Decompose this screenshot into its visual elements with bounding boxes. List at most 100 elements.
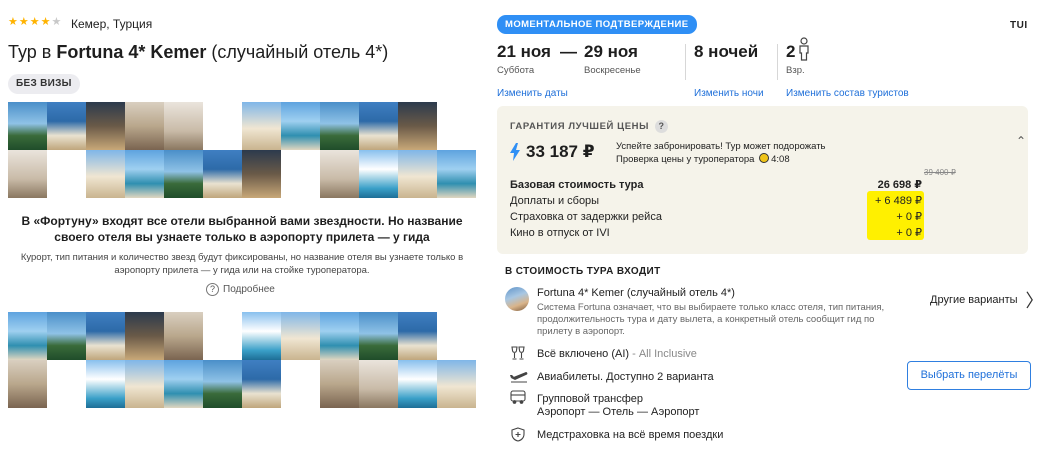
timer-icon [759,153,770,163]
chevron-up-icon[interactable]: ⌃ [1016,134,1026,148]
date-to-weekday: Воскресенье [584,65,641,76]
old-price: 39 400 ₽ [924,168,956,177]
hotel-photo-tile [203,102,242,150]
hotel-photo-tile [359,360,398,408]
hotel-photo-tile [86,312,125,360]
meal-type: Всё включено (AI) - All Inclusive [537,347,697,361]
price-row-base: Базовая стоимость тура 26 698 ₽ [510,177,922,193]
change-tourists-link[interactable]: Изменить состав туристов [786,88,909,99]
hotel-photo-tile [203,312,242,360]
transfer-route: Аэропорт — Отель — Аэропорт [537,406,700,418]
guarantee-label: ГАРАНТИЯ ЛУЧШЕЙ ЦЕНЫ [510,121,650,132]
chevron-right-icon: 〉 [1025,291,1044,311]
hotel-photo-tile [8,360,47,408]
hotel-photo-mosaic-bottom[interactable] [8,312,476,408]
transfer-type: Групповой трансфер [537,393,644,405]
hotel-photo-tile [164,102,203,150]
hotel-photo-tile [437,102,476,150]
hotel-rating-stars: ★ ★ ★ ★ ★ [8,17,61,28]
hotel-photo-tile [320,102,359,150]
price-row-label: Доплаты и сборы [510,195,600,207]
hotel-photo-tile [8,102,47,150]
lightning-icon [510,143,520,161]
hotel-photo-tile [398,150,437,198]
hotel-photo-tile [47,102,86,150]
price-row-label: Страховка от задержки рейса [510,211,662,223]
star-icon: ★ [18,16,29,28]
hotel-photo-tile [86,360,125,408]
hotel-photo-tile [437,312,476,360]
price-row-value: 26 698 ₽ [877,179,922,191]
title-prefix: Тур в [8,42,57,62]
flights-info: Авиабилеты. Доступно 2 варианта [537,371,714,383]
hotel-photo-tile [359,102,398,150]
star-icon: ★ [29,16,40,28]
hotel-location: Кемер, Турция [71,17,153,31]
hotel-photo-tile [281,150,320,198]
divider [777,44,778,80]
star-icon: ★ [40,16,51,28]
hotel-photo-tile [359,312,398,360]
price-row-value: + 0 ₽ [896,227,922,239]
person-icon [797,37,811,66]
hotel-photo-tile [242,150,281,198]
hotel-photo-tile [203,150,242,198]
urgency-text: Успейте забронировать! Тур может подорож… [616,141,826,152]
hotel-photo-tile [398,312,437,360]
price-row-delay-insurance: Страховка от задержки рейса + 0 ₽ [510,209,922,225]
price-urgency-note: Успейте забронировать! Тур может подорож… [616,141,826,166]
question-icon: ? [206,283,219,296]
hotel-photo-tile [242,312,281,360]
change-dates-link[interactable]: Изменить даты [497,88,568,99]
change-nights-link[interactable]: Изменить ночи [694,88,764,99]
hotel-photo-tile [47,150,86,198]
hotel-photo-tile [242,360,281,408]
hotel-photo-tile [320,150,359,198]
hotel-photo-tile [320,312,359,360]
total-price-value: 33 187 ₽ [526,142,595,161]
hotel-photo-tile [437,360,476,408]
tour-operator-name: TUI [1010,20,1028,31]
hotel-photo-tile [86,150,125,198]
shield-icon [510,427,526,442]
hotel-photo-tile [125,102,164,150]
hotel-photo-tile [47,312,86,360]
more-info-link[interactable]: ? Подробнее [206,283,275,296]
nights-count: 8 ночей [694,42,759,61]
included-hotel-name: Fortuna 4* Kemer (случайный отель 4*) [537,287,735,299]
page-title: Тур в Fortuna 4* Kemer (случайный отель … [8,42,388,63]
price-row-ivi: Кино в отпуск от IVI + 0 ₽ [510,225,922,241]
hotel-photo-tile [437,150,476,198]
other-variants-button[interactable]: Другие варианты 〉 [930,287,1044,313]
hotel-photo-mosaic-top[interactable] [8,102,476,198]
price-row-value: + 0 ₽ [896,211,922,223]
fortuna-description-text: Курорт, тип питания и количество звезд б… [20,252,464,276]
hotel-photo-tile [398,102,437,150]
adults-label: Взр. [786,65,805,76]
hotel-thumbnail [505,287,529,311]
date-to: 29 ноя [584,42,638,61]
hotel-photo-tile [320,360,359,408]
hotel-photo-tile [125,360,164,408]
hotel-photo-tile [359,150,398,198]
hotel-photo-tile [125,312,164,360]
star-empty-icon: ★ [51,16,62,28]
choose-flights-button[interactable]: Выбрать перелёты [907,361,1031,390]
divider [685,44,686,80]
hotel-photo-tile [203,360,242,408]
price-row-label: Кино в отпуск от IVI [510,227,610,239]
date-separator: — [560,42,577,61]
hotel-photo-tile [164,312,203,360]
hotel-photo-tile [281,312,320,360]
hotel-photo-tile [281,360,320,408]
total-price: 33 187 ₽ [510,142,595,162]
included-section-title: В СТОИМОСТЬ ТУРА ВХОДИТ [505,266,661,277]
hotel-photo-tile [8,150,47,198]
hotel-photo-tile [164,360,203,408]
price-row-label: Базовая стоимость тура [510,179,644,191]
hotel-photo-tile [164,150,203,198]
visa-free-badge: БЕЗ ВИЗЫ [8,74,80,94]
price-row-value: + 6 489 ₽ [874,195,922,207]
date-from: 21 ноя [497,42,551,61]
question-icon[interactable]: ? [655,120,669,133]
